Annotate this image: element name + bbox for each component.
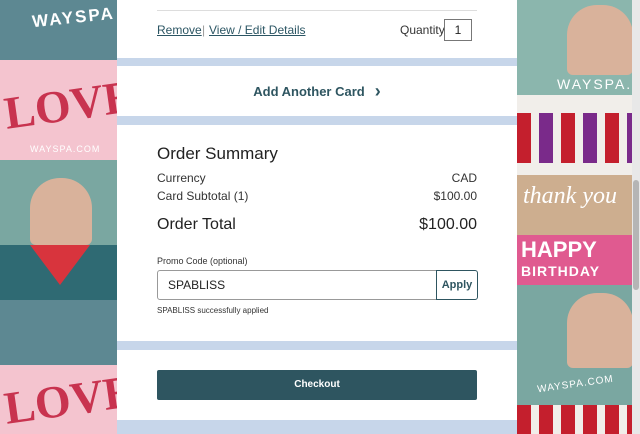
scrollbar-thumb[interactable]	[633, 180, 639, 290]
bg-text-birthday: BIRTHDAY	[521, 263, 601, 279]
add-card-section: Add Another Card ›	[117, 66, 517, 116]
bg-text-wayspa-right-2: WAYSPA.COM	[536, 373, 615, 396]
promo-status-message: SPABLISS successfully applied	[157, 306, 269, 315]
gift-card-thank-you: thank you	[517, 175, 640, 235]
spa-woman-image-right	[567, 5, 633, 75]
quantity-input[interactable]: 1	[444, 19, 472, 41]
view-edit-details-link[interactable]: View / Edit Details	[209, 23, 306, 37]
gift-card-spa-woman-left	[0, 160, 117, 245]
bg-text-wayspa-right: WAYSPA.C	[557, 76, 640, 92]
order-summary-card: Order Summary Currency CAD Card Subtotal…	[117, 125, 517, 341]
subtotal-label: Card Subtotal (1)	[157, 189, 249, 203]
currency-label: Currency	[157, 171, 206, 185]
gift-card-nail-polish	[517, 95, 640, 175]
gift-card-spa-woman-right-bottom: WAYSPA.COM	[517, 285, 640, 405]
promo-code-input[interactable]: SPABLISS	[157, 270, 437, 300]
divider	[157, 10, 477, 11]
remove-link[interactable]: Remove	[157, 23, 202, 37]
subtotal-value: $100.00	[433, 189, 477, 203]
bg-text-thank-you: thank you	[523, 183, 617, 209]
order-total-value: $100.00	[419, 216, 477, 233]
spa-woman-image	[30, 178, 92, 245]
nail-polish-bottles	[517, 113, 640, 163]
currency-value: CAD	[451, 171, 477, 185]
bg-text-wayspa: WAYSPA	[31, 3, 116, 32]
gift-card-love-top: LOVE WAYSPA.COM	[0, 60, 137, 160]
gift-card-teal-bottom-left	[0, 300, 117, 365]
order-summary-title: Order Summary	[157, 144, 278, 163]
bg-text-wayspa-url: WAYSPA.COM	[30, 144, 101, 154]
add-another-card-button[interactable]: Add Another Card ›	[117, 66, 517, 116]
add-another-card-label: Add Another Card	[253, 83, 365, 99]
promo-code-label: Promo Code (optional)	[157, 256, 248, 266]
gift-card-nail-polish-bottom	[517, 405, 640, 434]
gift-card-teal-top-left: WAYSPA	[0, 0, 117, 60]
link-separator: |	[202, 23, 206, 37]
scrollbar[interactable]	[632, 0, 640, 434]
order-total-label: Order Total	[157, 216, 236, 233]
red-triangle-decor	[30, 245, 90, 285]
gift-card-love-bottom: LOVE	[0, 365, 137, 434]
checkout-card: Checkout	[117, 350, 517, 420]
bg-text-happy: HAPPY	[521, 237, 597, 262]
checkout-button[interactable]: Checkout	[157, 370, 477, 400]
quantity-label: Quantity	[400, 23, 445, 37]
apply-button[interactable]: Apply	[436, 270, 478, 300]
gift-card-red-triangle	[0, 245, 117, 300]
gift-card-spa-woman-right-top: WAYSPA.C	[517, 0, 640, 95]
spa-woman-image-right-2	[567, 293, 633, 368]
gift-card-happy-birthday: HAPPY BIRTHDAY	[517, 235, 640, 285]
chevron-right-icon: ›	[374, 80, 381, 101]
